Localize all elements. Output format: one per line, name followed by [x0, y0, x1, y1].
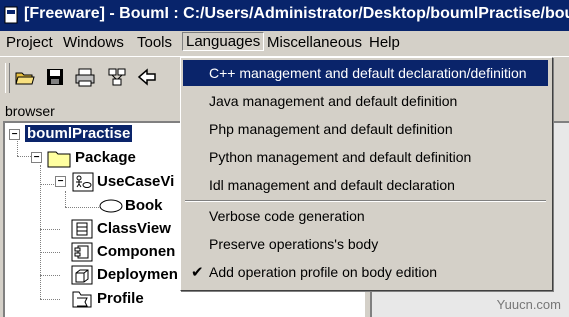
- menu-item-cpp-management[interactable]: C++ management and default declaration/d…: [183, 60, 548, 86]
- menu-item-preserve-operations-body[interactable]: Preserve operations's body: [183, 231, 548, 257]
- back-arrow-icon[interactable]: [136, 66, 158, 88]
- menu-tools[interactable]: Tools: [137, 34, 172, 51]
- menu-help[interactable]: Help: [369, 34, 400, 51]
- menu-project[interactable]: Project: [6, 34, 53, 51]
- menu-item-python-management[interactable]: Python management and default definition: [183, 144, 548, 170]
- usecase-view-icon: [72, 172, 94, 192]
- deployment-view-icon: [71, 265, 93, 285]
- languages-menu: C++ management and default declaration/d…: [180, 57, 553, 291]
- menu-item-php-management[interactable]: Php management and default definition: [183, 116, 548, 142]
- profile-icon: [72, 291, 92, 308]
- open-folder-icon[interactable]: [14, 66, 36, 88]
- menu-item-java-management[interactable]: Java management and default definition: [183, 88, 548, 114]
- menu-languages[interactable]: Languages: [182, 32, 265, 51]
- collapse-icon[interactable]: −: [31, 152, 42, 163]
- folder-icon: [47, 151, 71, 168]
- title-bar[interactable]: [Freeware] - BoumI : C:/Users/Administra…: [0, 0, 569, 31]
- menu-separator: [185, 200, 546, 202]
- checkmark-icon: ✔: [191, 264, 204, 281]
- save-icon[interactable]: [44, 66, 66, 88]
- menu-item-verbose-code-generation[interactable]: Verbose code generation: [183, 203, 548, 229]
- class-view-icon: [71, 219, 93, 239]
- browser-panel-label: browser: [5, 103, 55, 119]
- menu-miscellaneous[interactable]: Miscellaneous: [267, 34, 362, 51]
- menu-item-add-operation-profile[interactable]: ✔ Add operation profile on body edition: [183, 259, 548, 285]
- app-icon: [4, 6, 18, 24]
- print-icon[interactable]: [74, 66, 96, 88]
- watermark: Yuucn.com: [496, 297, 561, 312]
- toolbar-grip[interactable]: [5, 63, 10, 93]
- window-title: [Freeware] - BoumI : C:/Users/Administra…: [24, 5, 569, 22]
- menu-windows[interactable]: Windows: [63, 34, 124, 51]
- usecase-ellipse-icon: [99, 199, 123, 213]
- menu-item-idl-management[interactable]: Idl management and default declaration: [183, 172, 548, 198]
- component-view-icon: [71, 242, 93, 262]
- collapse-icon[interactable]: −: [9, 129, 20, 140]
- diagram-icon[interactable]: [106, 66, 128, 88]
- collapse-icon[interactable]: −: [55, 176, 66, 187]
- menu-bar: Project Windows Tools Languages Miscella…: [0, 31, 569, 55]
